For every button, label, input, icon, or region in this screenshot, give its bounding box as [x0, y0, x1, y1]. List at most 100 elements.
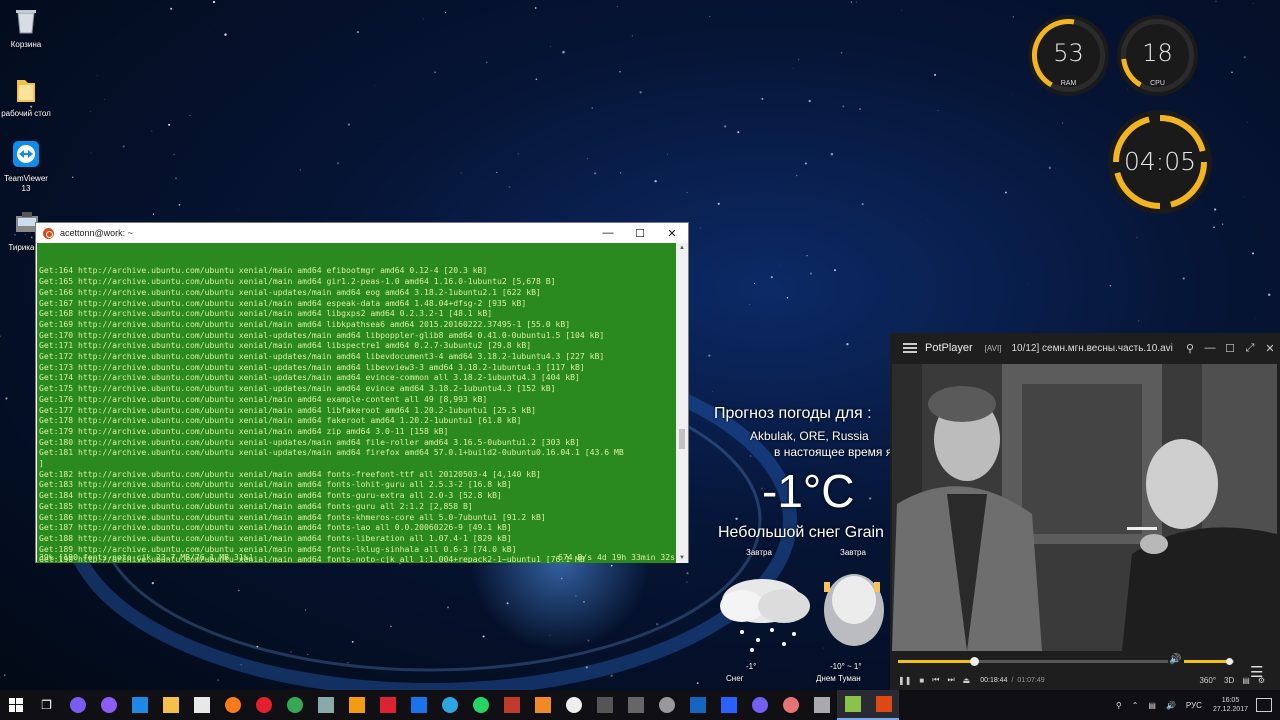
- taskbar-app-telegram[interactable]: [434, 690, 465, 720]
- terminal-line: Get:171 http://archive.ubuntu.com/ubuntu…: [39, 340, 532, 351]
- terminal-scrollbar[interactable]: ▲ ▼: [676, 243, 688, 563]
- fullscreen-icon[interactable]: ⤢: [1240, 342, 1260, 355]
- taskbar-app-opera[interactable]: [248, 690, 279, 720]
- taskbar-app-anydesk[interactable]: [372, 690, 403, 720]
- task-view-button[interactable]: ❐: [31, 690, 62, 720]
- 3d-button[interactable]: 3D: [1224, 676, 1234, 685]
- pin-icon[interactable]: ⚲: [1180, 342, 1200, 355]
- desktop-icon-recycle-bin[interactable]: Корзина: [0, 5, 52, 50]
- taskbar-app-monitor[interactable]: [589, 690, 620, 720]
- seek-bar[interactable]: [898, 657, 1168, 666]
- ram-gauge: 53 RAM: [1028, 15, 1109, 96]
- vr-360-button[interactable]: 360°: [1199, 676, 1216, 685]
- close-button[interactable]: ✕: [1260, 342, 1280, 355]
- terminal-line: Get:184 http://archive.ubuntu.com/ubuntu…: [39, 490, 502, 501]
- terminal-line: Get:166 http://archive.ubuntu.com/ubuntu…: [39, 286, 541, 297]
- seek-bar-knob[interactable]: [969, 657, 979, 666]
- taskbar-app-viber[interactable]: [744, 690, 775, 720]
- taskbar: ❐ ⚲ ⌃ ▤ 🔊 РУС 16:05 27.12.2017: [0, 690, 1280, 720]
- teamviewer-icon: [10, 139, 42, 171]
- start-button[interactable]: [0, 690, 31, 720]
- outlook-icon: [410, 697, 427, 713]
- taskbar-app-malwarebytes[interactable]: [713, 690, 744, 720]
- player-format: [AVI]: [984, 343, 1002, 353]
- terminal-window[interactable]: acettonn@work: ~ — ☐ ✕ Get:164 http://ar…: [35, 222, 689, 563]
- progress-left: 39% [190 fonts-noto-cjk 23.7 MB/76.1 MB …: [39, 552, 254, 562]
- maximize-button[interactable]: ☐: [624, 227, 656, 240]
- next-button[interactable]: ⏭: [947, 675, 954, 685]
- volume-icon[interactable]: 🔊: [1169, 654, 1181, 665]
- speaker-icon[interactable]: 🔊: [1166, 701, 1176, 710]
- minimize-button[interactable]: —: [592, 227, 624, 239]
- network-icon[interactable]: ▤: [1148, 701, 1156, 710]
- menu-icon[interactable]: [903, 341, 917, 355]
- taskbar-app-terminal-app[interactable]: [496, 690, 527, 720]
- taskbar-app-maps[interactable]: [775, 690, 806, 720]
- desktop-icon-folder[interactable]: рабочий стол: [0, 74, 52, 119]
- taskbar-app-store[interactable]: [186, 690, 217, 720]
- video-still-image: [892, 364, 1277, 651]
- taskbar-app-sublime[interactable]: [527, 690, 558, 720]
- taskbar-app-photos[interactable]: [558, 690, 589, 720]
- snow-cloud-icon: [720, 579, 810, 652]
- language-indicator[interactable]: РУС: [1186, 701, 1202, 710]
- telegram-icon: [441, 697, 458, 713]
- windows-logo-icon: [8, 698, 23, 712]
- taskbar-app-teamviewer-tb[interactable]: [837, 690, 868, 720]
- scroll-down-arrow-icon[interactable]: ▼: [679, 555, 685, 561]
- taskbar-app-outlook[interactable]: [403, 690, 434, 720]
- forecast-cond-1: Снег: [726, 674, 744, 683]
- desktop-icon-label: рабочий стол: [1, 109, 51, 118]
- people-icon[interactable]: ⚲: [1116, 701, 1122, 710]
- terminal-output[interactable]: Get:164 http://archive.ubuntu.com/ubuntu…: [37, 243, 677, 563]
- stop-button[interactable]: ■: [919, 676, 924, 685]
- scrollbar-thumb[interactable]: [679, 429, 685, 449]
- taskbar-app-bluetooth[interactable]: [806, 690, 837, 720]
- weather-temperature: -1°C: [762, 465, 855, 517]
- terminal-title: acettonn@work: ~: [60, 228, 133, 238]
- settings-gear-icon[interactable]: ⚙: [1258, 676, 1265, 685]
- scroll-up-arrow-icon[interactable]: ▲: [679, 245, 685, 251]
- taskbar-app-remote[interactable]: [620, 690, 651, 720]
- taskbar-app-firefox[interactable]: [217, 690, 248, 720]
- minimize-button[interactable]: —: [1200, 342, 1220, 354]
- taskbar-app-media[interactable]: [651, 690, 682, 720]
- taskbar-app-whatsapp[interactable]: [465, 690, 496, 720]
- video-frame[interactable]: [892, 364, 1277, 651]
- subtitle-icon[interactable]: ▤: [1242, 676, 1250, 685]
- folder-icon: [10, 74, 42, 106]
- close-button[interactable]: ✕: [656, 227, 688, 240]
- desktop-icon-teamviewer[interactable]: TeamViewer 13: [0, 139, 52, 194]
- open-file-button[interactable]: ⏏: [963, 676, 971, 685]
- taskbar-app-chrome[interactable]: [279, 690, 310, 720]
- terminal-line: Get:168 http://archive.ubuntu.com/ubuntu…: [39, 308, 493, 319]
- task-view-icon: ❐: [41, 698, 52, 712]
- tray-overflow-icon[interactable]: ⌃: [1132, 701, 1139, 710]
- taskbar-clock[interactable]: 16:05 27.12.2017: [1213, 696, 1248, 714]
- player-titlebar[interactable]: PotPlayer [AVI] 10/12] семн.мгн.весны.ча…: [890, 333, 1280, 363]
- potplayer-window[interactable]: PotPlayer [AVI] 10/12] семн.мгн.весны.ча…: [890, 333, 1280, 690]
- volume-slider[interactable]: [1184, 658, 1234, 665]
- previous-button[interactable]: ⏮: [932, 675, 939, 685]
- pause-button[interactable]: ❚❚: [898, 676, 911, 685]
- taskbar-app-vbox[interactable]: [682, 690, 713, 720]
- clock-value: 04:05: [1123, 147, 1197, 176]
- bluetooth-icon: [813, 697, 830, 713]
- terminal-titlebar[interactable]: acettonn@work: ~ — ☐ ✕: [36, 223, 688, 243]
- taskbar-app-edge[interactable]: [124, 690, 155, 720]
- terminal-line: Get:187 http://archive.ubuntu.com/ubuntu…: [39, 522, 512, 533]
- ubuntu-icon: [43, 227, 54, 239]
- maximize-button[interactable]: ☐: [1220, 342, 1240, 355]
- taskbar-app-cortana[interactable]: [62, 690, 93, 720]
- taskbar-app-explorer[interactable]: [155, 690, 186, 720]
- progress-right: 674 B/s 4d 19h 33min 32s: [558, 552, 675, 562]
- cpu-gauge: 18 CPU: [1117, 15, 1198, 96]
- taskbar-app-burn[interactable]: [341, 690, 372, 720]
- taskbar-app-ubuntu-tb[interactable]: [868, 690, 899, 720]
- terminal-line: Get:164 http://archive.ubuntu.com/ubuntu…: [39, 265, 488, 276]
- taskbar-app-voice[interactable]: [93, 690, 124, 720]
- taskbar-app-hardware[interactable]: [310, 690, 341, 720]
- action-center-icon[interactable]: [1256, 698, 1272, 712]
- desktop-icon-label: TeamViewer 13: [4, 174, 48, 193]
- volume-knob[interactable]: [1226, 658, 1233, 665]
